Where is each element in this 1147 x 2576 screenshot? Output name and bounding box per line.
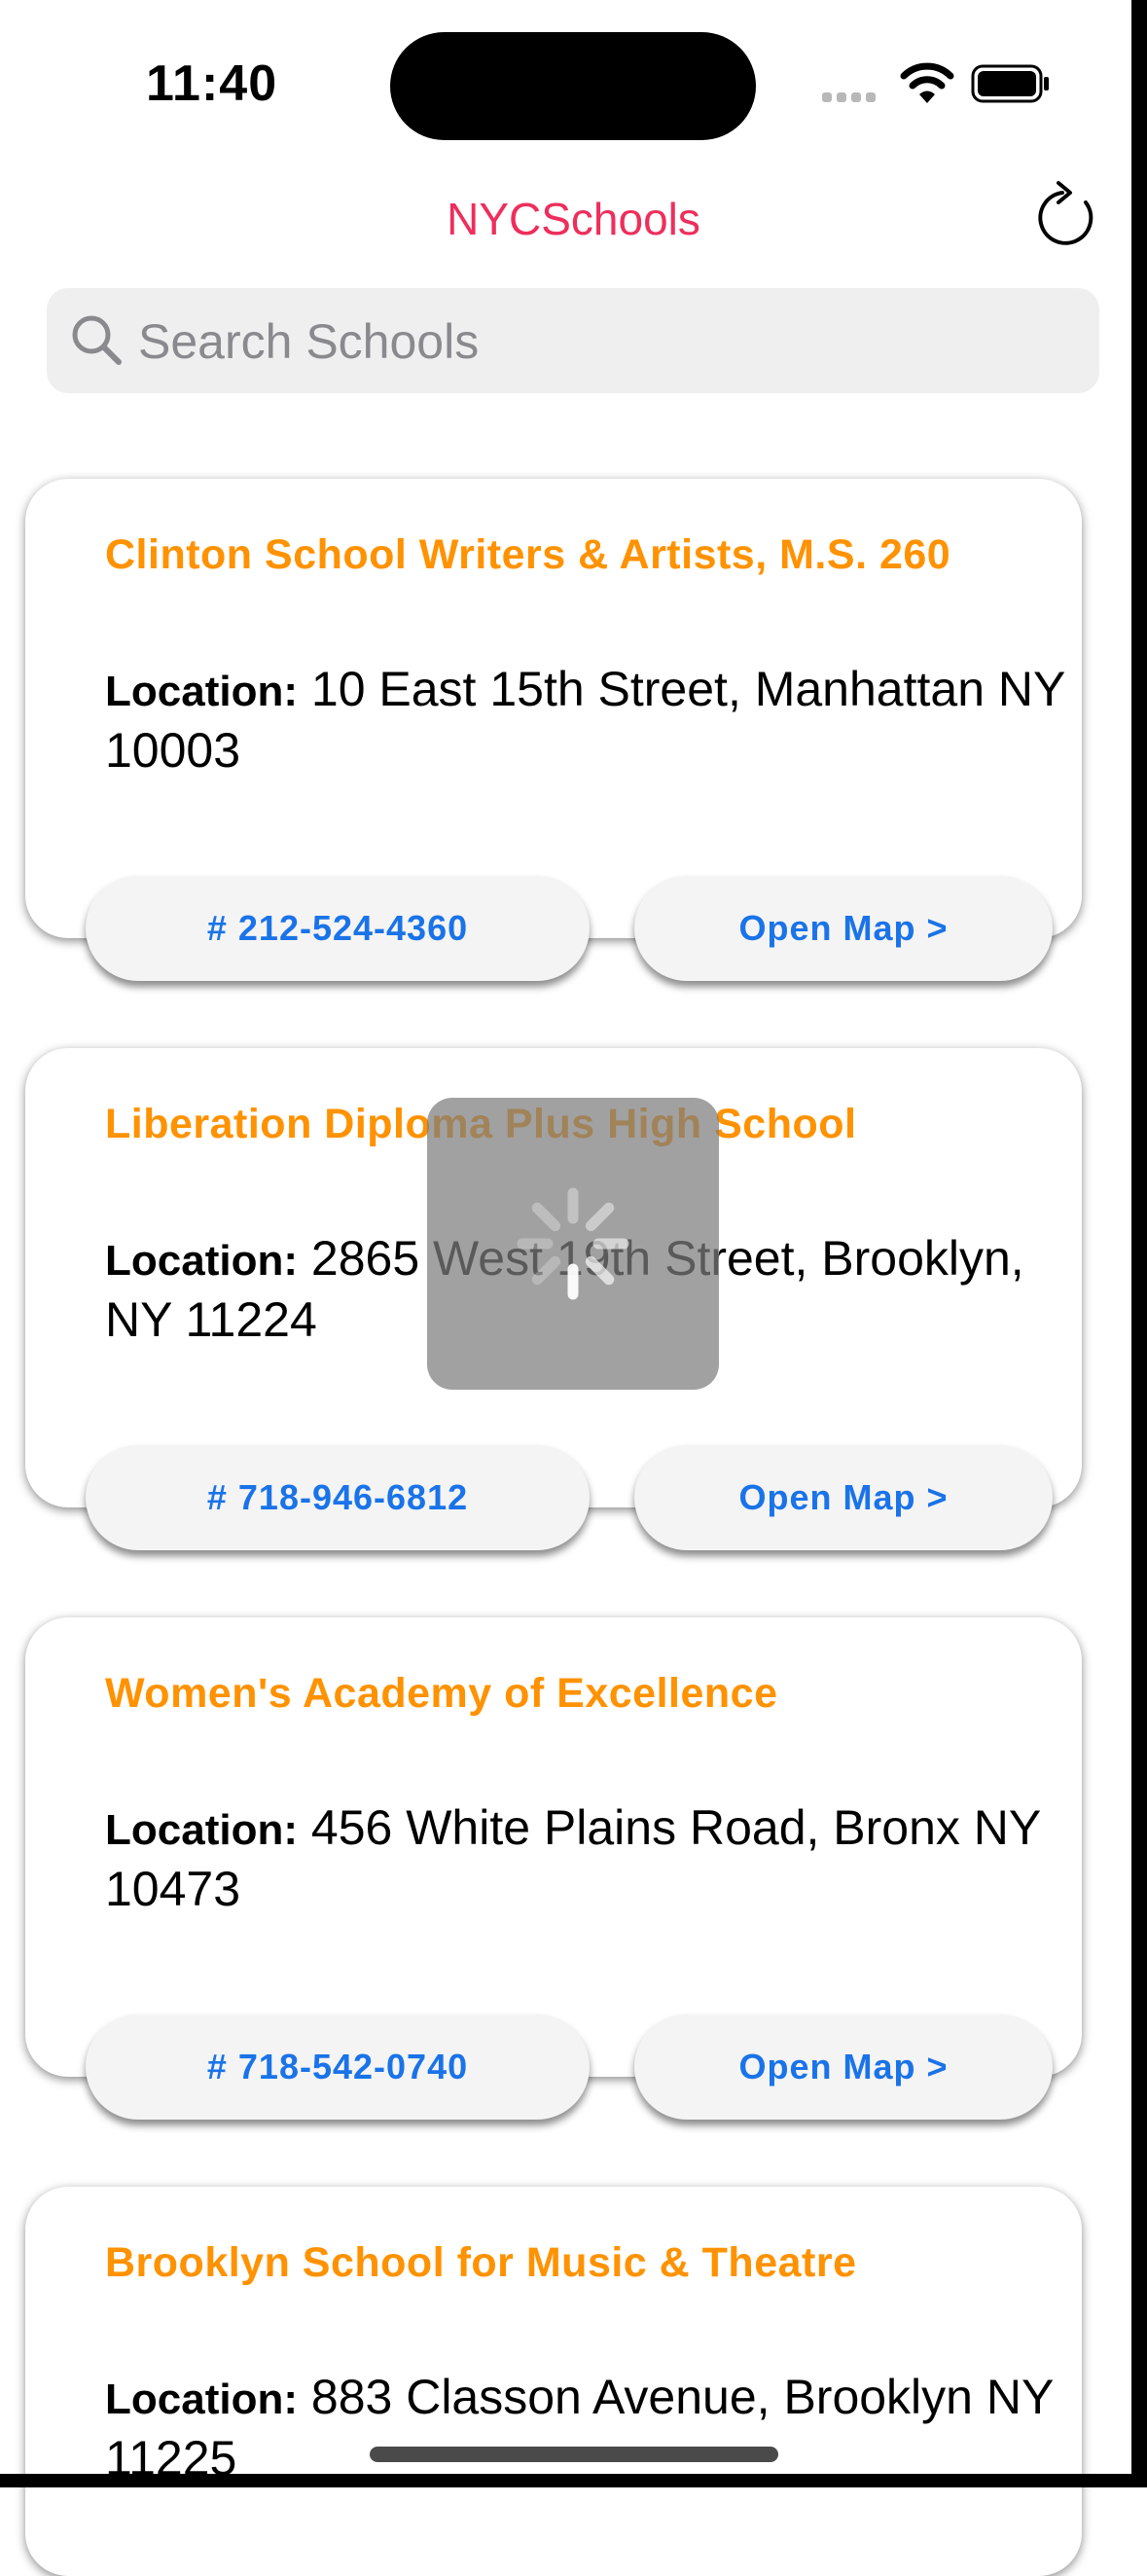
school-location: Location: 883 Classon Avenue, Brooklyn N… <box>105 2368 1068 2487</box>
school-location: Location: 10 East 15th Street, Manhattan… <box>105 660 1068 780</box>
page-title: NYCSchools <box>447 194 700 244</box>
wifi-icon <box>900 62 954 103</box>
location-label: Location: <box>105 1237 298 1285</box>
search-input[interactable] <box>136 288 1074 395</box>
dynamic-island <box>390 32 756 140</box>
refresh-icon[interactable] <box>1029 179 1105 255</box>
search-bar[interactable] <box>47 288 1099 395</box>
phone-button[interactable]: # 718-542-0740 <box>86 2014 590 2120</box>
location-label: Location: <box>105 2376 298 2423</box>
school-card[interactable]: Women's Academy of Excellence Location: … <box>25 1617 1082 2120</box>
search-icon <box>72 315 122 365</box>
open-map-button[interactable]: Open Map > <box>634 1445 1053 1550</box>
battery-icon <box>971 64 1049 103</box>
school-location: Location: 456 White Plains Road, Bronx N… <box>105 1798 1068 1918</box>
school-name: Women's Academy of Excellence <box>105 1670 778 1717</box>
screen-edge <box>1131 0 1147 2487</box>
school-card[interactable]: Clinton School Writers & Artists, M.S. 2… <box>25 479 1082 981</box>
school-card[interactable]: Brooklyn School for Music & Theatre Loca… <box>25 2187 1082 2576</box>
cellular-signal-icon <box>822 90 880 105</box>
loading-overlay <box>427 1098 719 1390</box>
phone-button[interactable]: # 212-524-4360 <box>86 876 590 981</box>
open-map-button[interactable]: Open Map > <box>634 2014 1053 2120</box>
school-name: Clinton School Writers & Artists, M.S. 2… <box>105 531 951 578</box>
school-name: Brooklyn School for Music & Theatre <box>105 2239 857 2286</box>
activity-spinner-icon <box>517 1187 629 1300</box>
status-time: 11:40 <box>146 55 278 112</box>
phone-button[interactable]: # 718-946-6812 <box>86 1445 590 1550</box>
screen-edge-bottom <box>0 2474 1147 2487</box>
home-indicator[interactable] <box>370 2447 778 2462</box>
location-label: Location: <box>105 1806 298 1854</box>
location-label: Location: <box>105 668 298 715</box>
open-map-button[interactable]: Open Map > <box>634 876 1053 981</box>
